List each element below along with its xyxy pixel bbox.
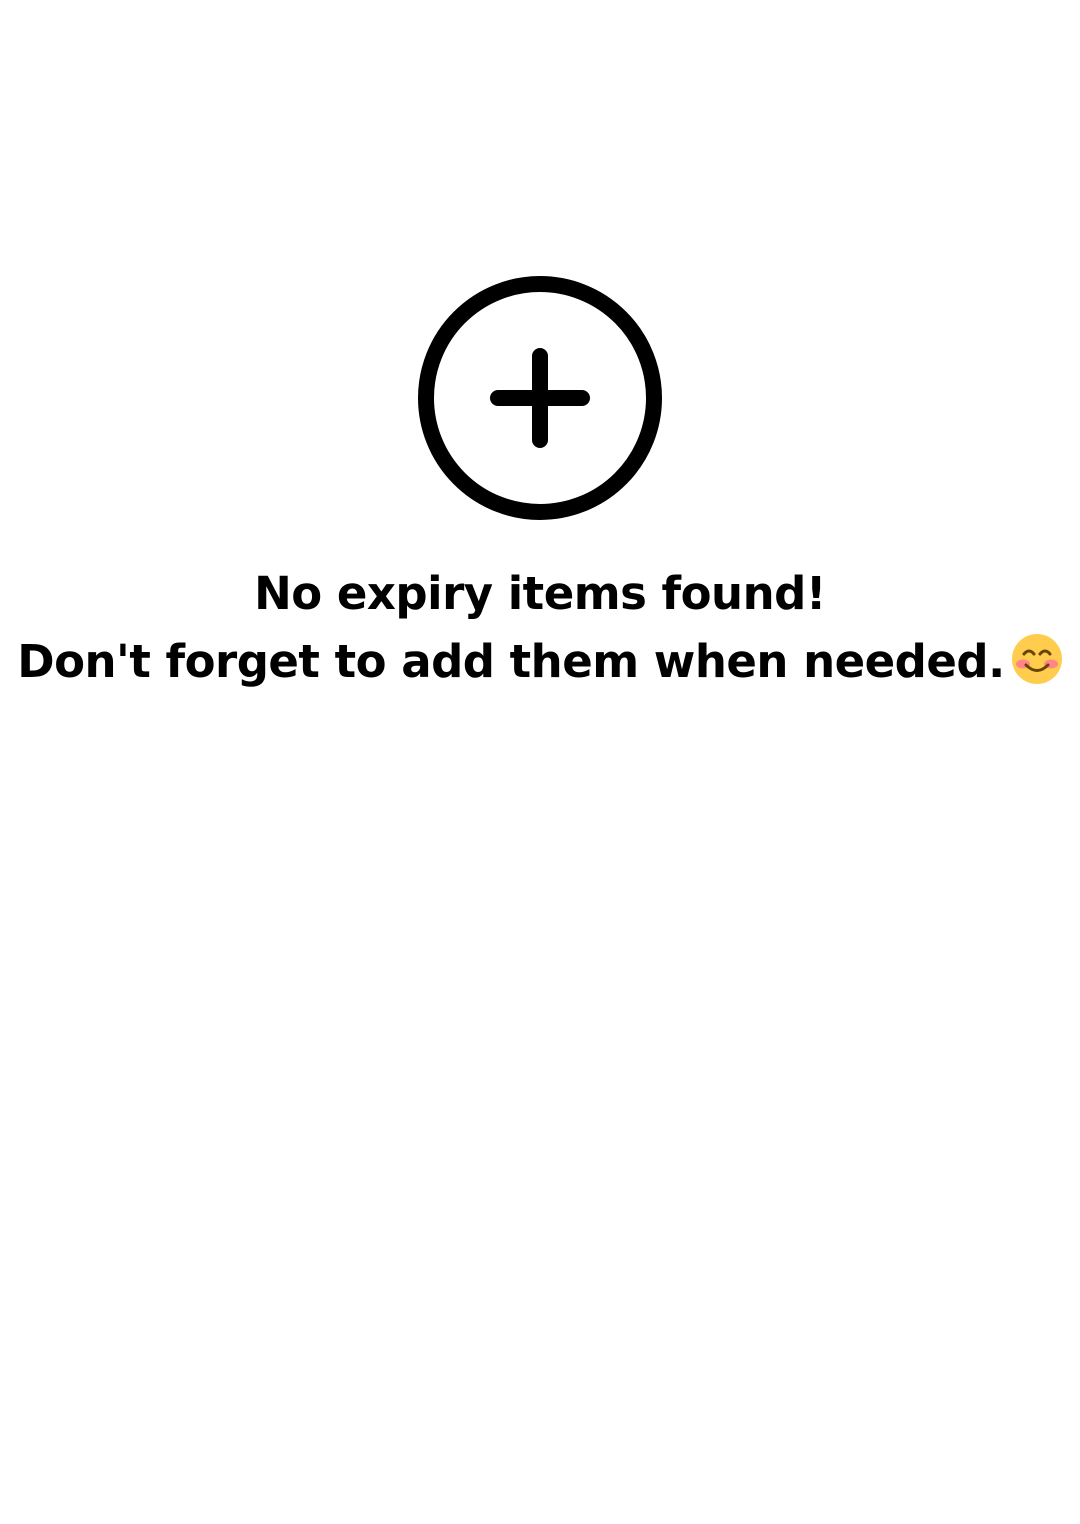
plus-circle-icon (418, 276, 662, 520)
screen: No expiry items found! Don't forget to a… (0, 0, 1080, 1524)
empty-message: No expiry items found! Don't forget to a… (0, 560, 1080, 696)
add-item-button[interactable] (418, 276, 662, 520)
empty-state: No expiry items found! Don't forget to a… (0, 276, 1080, 696)
empty-subtitle-text: Don't forget to add them when needed. (17, 635, 1005, 688)
empty-subtitle: Don't forget to add them when needed. (0, 628, 1080, 696)
smiling-face-icon (1011, 633, 1063, 685)
empty-title: No expiry items found! (254, 567, 826, 620)
